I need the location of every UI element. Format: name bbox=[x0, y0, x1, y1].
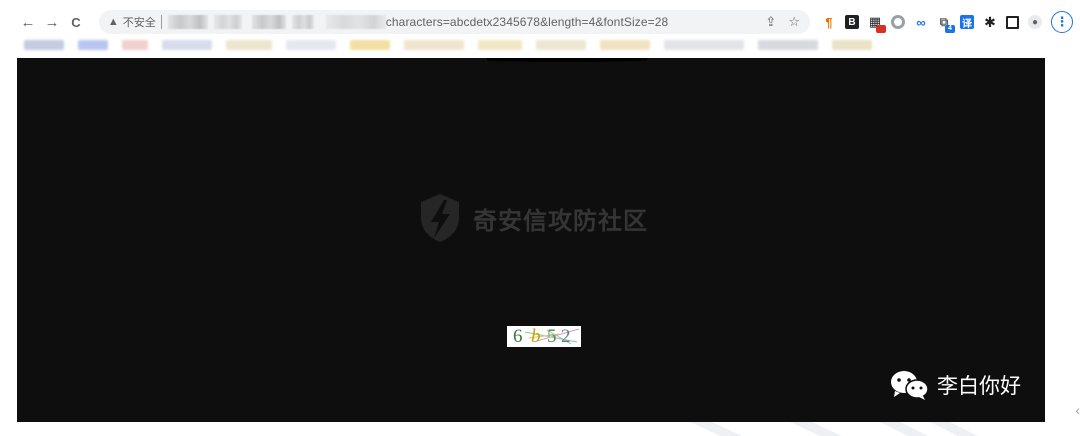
red-badge bbox=[875, 25, 886, 33]
bookmark-item[interactable] bbox=[350, 40, 390, 50]
tab-extension-icon[interactable]: ⧉ 4 bbox=[937, 15, 955, 33]
menu-icon[interactable]: ⋮ bbox=[1050, 11, 1073, 33]
bookmark-item[interactable] bbox=[122, 40, 148, 50]
captcha-char: 5 bbox=[547, 326, 557, 347]
redacted-url-segment bbox=[167, 15, 208, 29]
bookmark-item[interactable] bbox=[226, 40, 272, 50]
bookmark-item[interactable] bbox=[758, 40, 818, 50]
captcha-char: 6 bbox=[513, 326, 523, 347]
star-icon[interactable]: ☆ bbox=[788, 14, 800, 30]
bookmark-item[interactable] bbox=[600, 40, 650, 50]
bookmark-item[interactable] bbox=[664, 40, 744, 50]
wechat-icon bbox=[891, 371, 929, 400]
top-shadow bbox=[487, 58, 647, 62]
b-extension-icon[interactable]: B bbox=[844, 15, 859, 29]
back-arrow-icon: ← bbox=[20, 13, 36, 31]
grid-extension-icon[interactable]: ▦ bbox=[868, 14, 886, 33]
profile-avatar-icon[interactable]: ● bbox=[1027, 15, 1042, 29]
url-text: characters=abcdetx2345678&length=4&fontS… bbox=[385, 15, 669, 29]
redacted-url-segment bbox=[251, 15, 286, 29]
forward-arrow-icon: → bbox=[44, 13, 60, 31]
bookmark-item[interactable] bbox=[286, 40, 336, 50]
watermark-text: 奇安信攻防社区 bbox=[473, 206, 648, 235]
browser-toolbar: ← → C ▲ 不安全 characters=abcdetx2345678&le… bbox=[17, 8, 1073, 36]
redacted-url-segment bbox=[291, 15, 314, 29]
puzzle-icon[interactable]: ✱ bbox=[983, 14, 997, 30]
captcha-char: b bbox=[531, 326, 541, 347]
bookmark-item[interactable] bbox=[78, 40, 108, 50]
bookmark-item[interactable] bbox=[162, 40, 212, 50]
bottom-decoration bbox=[690, 422, 978, 436]
chevron-left-icon[interactable]: ‹ bbox=[1075, 402, 1080, 418]
watermark: 奇安信攻防社区 bbox=[417, 192, 648, 244]
wechat-watermark: 李白你好 bbox=[889, 369, 1021, 401]
page-viewport: 奇安信攻防社区 6 b 5 2 李白你好 bbox=[17, 58, 1045, 422]
bookmark-item[interactable] bbox=[24, 40, 64, 50]
wechat-account-name: 李白你好 bbox=[937, 374, 1021, 398]
pilcrow-icon[interactable]: ¶ bbox=[822, 15, 836, 30]
redacted-url-segment bbox=[325, 15, 386, 29]
circle-extension-icon[interactable] bbox=[890, 15, 905, 29]
bookmark-item[interactable] bbox=[478, 40, 522, 50]
side-panel-icon[interactable] bbox=[1005, 15, 1019, 29]
infinity-extension-icon[interactable]: ∞ bbox=[914, 15, 928, 30]
extensions-bar: ¶ B ▦ ∞ ⧉ 4 译 ✱ ● ⋮ bbox=[822, 11, 1073, 33]
captcha-char: 2 bbox=[561, 326, 571, 347]
warning-icon: ▲ bbox=[107, 16, 119, 28]
share-icon[interactable]: ⇪ bbox=[765, 14, 776, 30]
bookmark-item[interactable] bbox=[536, 40, 586, 50]
reload-button[interactable]: C bbox=[65, 10, 87, 34]
redacted-url-segment bbox=[213, 15, 242, 29]
security-label[interactable]: 不安全 bbox=[123, 14, 156, 30]
address-bar[interactable]: ▲ 不安全 characters=abcdetx2345678&length=4… bbox=[98, 10, 810, 34]
bookmark-item[interactable] bbox=[832, 40, 872, 50]
captcha-image[interactable]: 6 b 5 2 bbox=[507, 326, 581, 347]
browser-window: ← → C ▲ 不安全 characters=abcdetx2345678&le… bbox=[0, 0, 1080, 436]
bookmark-item[interactable] bbox=[404, 40, 464, 50]
address-separator bbox=[160, 15, 162, 29]
translate-extension-icon[interactable]: 译 bbox=[959, 15, 974, 30]
tab-extension-badge: 4 bbox=[944, 25, 955, 33]
back-button[interactable]: ← bbox=[17, 10, 39, 34]
shield-bolt-icon bbox=[421, 194, 459, 242]
bookmarks-bar bbox=[24, 38, 1064, 52]
address-bar-actions: ⇪ ☆ bbox=[765, 10, 800, 34]
reload-icon: C bbox=[71, 14, 81, 30]
forward-button[interactable]: → bbox=[41, 10, 63, 34]
